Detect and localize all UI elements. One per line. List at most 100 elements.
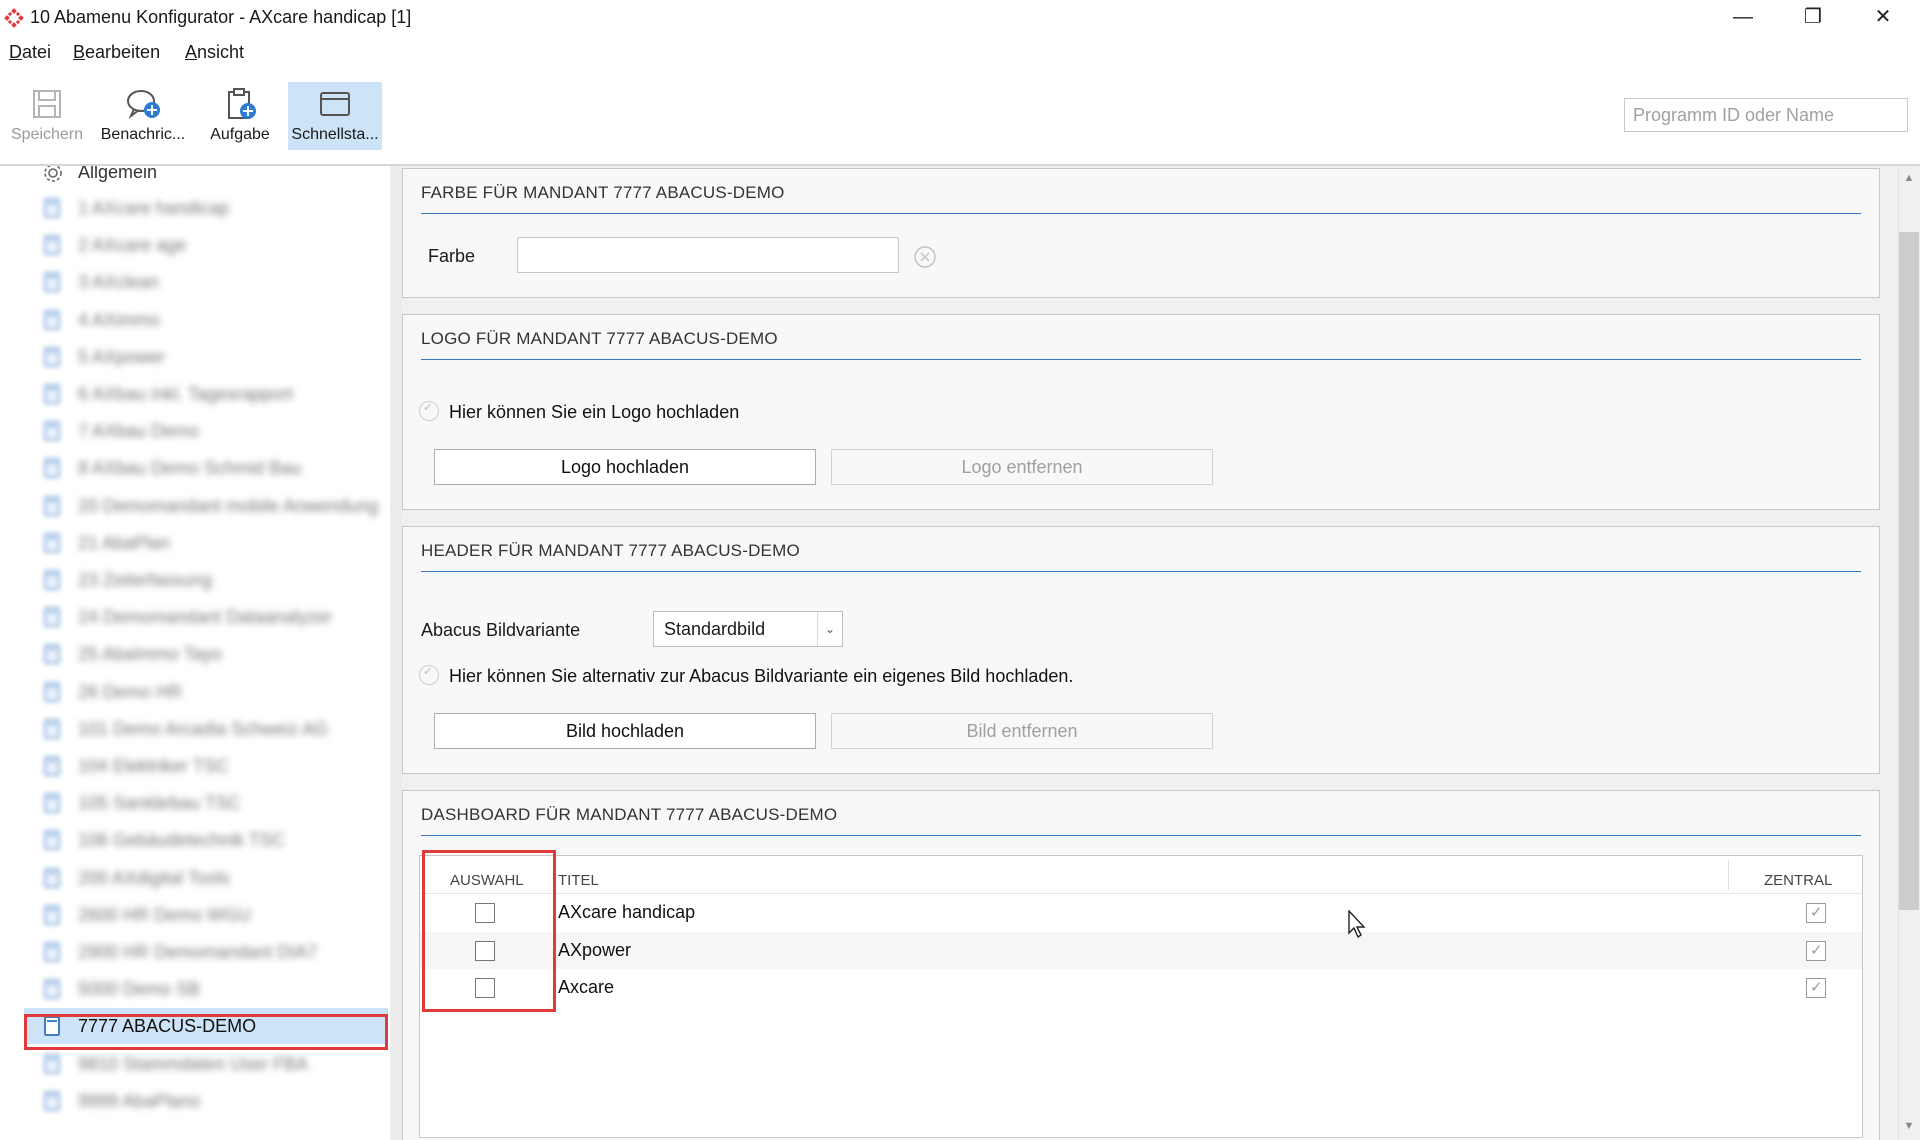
sidebar-item-label: 105 Sanitärbau TSC [78, 793, 241, 814]
company-icon [44, 979, 60, 1000]
scroll-up-icon[interactable]: ▲ [1899, 168, 1919, 188]
sidebar-item-label: 5 AXpower [78, 346, 166, 367]
company-icon [44, 532, 60, 553]
sidebar-item[interactable]: 23 Zeiterfassung [0, 562, 388, 598]
message-button[interactable]: Benachric... [98, 82, 188, 150]
sidebar-item-label: 106 Gebäudetechnik TSC [78, 830, 285, 851]
minimize-button[interactable]: — [1708, 0, 1778, 36]
sidebar-item[interactable]: 3 AXclean [0, 264, 388, 300]
column-divider [1728, 860, 1729, 890]
sidebar-item-label: 7 AXbau Demo [78, 421, 200, 442]
table-header: AUSWAHL TITEL ZENTRAL [420, 856, 1862, 894]
menu-datei[interactable]: Datei [9, 42, 51, 63]
panel-farbe: FARBE FÜR MANDANT 7777 ABACUS-DEMO Farbe [402, 168, 1880, 298]
sidebar-item[interactable]: 24 Demomandant Dataanalyzer [0, 599, 388, 635]
zentral-checkbox [1806, 903, 1826, 923]
message-add-icon [127, 90, 160, 120]
sidebar-item[interactable]: 5000 Demo SB [0, 971, 388, 1007]
sidebar-item[interactable]: 2 AXcare age [0, 227, 388, 263]
panel-divider [421, 835, 1861, 836]
task-button[interactable]: Aufgabe [196, 82, 284, 150]
sidebar-item-allgemein[interactable]: Allgemein [0, 166, 388, 190]
check-circle-icon [419, 400, 439, 421]
company-icon [44, 272, 60, 293]
sidebar-item[interactable]: 2600 HR Demo WGU [0, 897, 388, 933]
quickstart-button[interactable]: Schnellsta... [288, 82, 382, 150]
bild-remove-button[interactable]: Bild entfernen [831, 713, 1213, 749]
dashboard-table: AUSWAHL TITEL ZENTRAL AXcare handicap AXp… [419, 855, 1863, 1138]
save-button[interactable]: Speichern [2, 82, 92, 150]
window-icon [320, 92, 350, 116]
sidebar-item-label: 2600 HR Demo WGU [78, 904, 252, 925]
sidebar-item-label: 23 Zeiterfassung [78, 570, 213, 590]
restore-button[interactable]: ❐ [1778, 0, 1848, 36]
table-row[interactable]: AXcare handicap [420, 894, 1862, 931]
sidebar-item[interactable]: 105 Sanitärbau TSC [0, 785, 388, 821]
sidebar-item[interactable]: 7 AXbau Demo [0, 413, 388, 449]
sidebar-item[interactable]: 9999 AbaPlano [0, 1083, 388, 1119]
farbe-label: Farbe [428, 246, 476, 266]
column-header-zentral[interactable]: ZENTRAL [1764, 872, 1832, 889]
sidebar-splitter[interactable] [390, 166, 402, 1140]
sidebar-item-label: 2900 HR Demomandant DIA7 [78, 942, 318, 962]
panel-logo: LOGO FÜR MANDANT 7777 ABACUS-DEMO Hier k… [402, 314, 1880, 510]
sidebar-item[interactable]: 1 AXcare handicap [0, 190, 388, 226]
company-icon [44, 309, 60, 330]
row-title: AXcare handicap [558, 902, 696, 922]
sidebar-item-label: 9999 AbaPlano [78, 1090, 201, 1111]
company-icon [44, 793, 60, 814]
sidebar-item[interactable]: 9810 Stammdaten User FBA [0, 1046, 388, 1082]
table-row[interactable]: Axcare [420, 969, 1862, 1006]
farbe-input[interactable] [517, 237, 899, 273]
close-button[interactable]: ✕ [1848, 0, 1918, 36]
sidebar-item[interactable]: 21 AbaPlan [0, 525, 388, 561]
company-icon [44, 384, 60, 404]
clipboard-add-icon [228, 88, 256, 119]
sidebar-item[interactable]: 2900 HR Demomandant DIA7 [0, 934, 388, 970]
sidebar-item-label: 24 Demomandant Dataanalyzer [78, 607, 333, 628]
bild-upload-button[interactable]: Bild hochladen [434, 713, 816, 749]
sidebar-item[interactable]: 6 AXbau inkl. Tagesrapport [0, 376, 388, 412]
scroll-down-icon[interactable]: ▼ [1899, 1116, 1919, 1136]
menu-ansicht[interactable]: Ansicht [185, 42, 244, 63]
chevron-down-icon: ⌄ [817, 612, 842, 646]
sidebar-item-label: 5000 Demo SB [78, 979, 201, 1000]
sidebar-item-label: 26 Demo HR [78, 681, 183, 702]
sidebar-item[interactable]: 4 AXimmo [0, 302, 388, 338]
table-row[interactable]: AXpower [420, 931, 1862, 969]
sidebar-item[interactable]: 101 Demo Arcadia Schweiz AG [0, 711, 388, 747]
sidebar-item-label: 25 AbaImmo Tayo [78, 644, 222, 665]
menu-bearbeiten[interactable]: Bearbeiten [73, 42, 160, 63]
sidebar-item[interactable]: 5 AXpower [0, 339, 388, 375]
program-search-input[interactable] [1624, 98, 1908, 132]
sidebar-item[interactable]: 26 Demo HR [0, 674, 388, 710]
company-icon [44, 421, 60, 442]
zentral-checkbox [1806, 978, 1826, 998]
sidebar-item[interactable]: 104 Elektriker TSC [0, 748, 388, 784]
sidebar-item[interactable]: 25 AbaImmo Tayo [0, 636, 388, 672]
clear-icon[interactable] [913, 245, 937, 269]
scrollbar-thumb[interactable] [1899, 232, 1919, 910]
company-icon [44, 718, 60, 739]
panel-header: HEADER FÜR MANDANT 7777 ABACUS-DEMO Abac… [402, 526, 1880, 774]
bildvariante-select[interactable]: Standardbild ⌄ [653, 611, 843, 647]
sidebar-item-label: 9810 Stammdaten User FBA [78, 1053, 309, 1074]
check-circle-icon [419, 664, 439, 685]
selection-highlight-box [24, 1014, 388, 1050]
sidebar-item[interactable]: 106 Gebäudetechnik TSC [0, 822, 388, 858]
save-label: Speichern [10, 126, 84, 143]
column-header-titel[interactable]: TITEL [558, 872, 599, 889]
window-title: 10 Abamenu Konfigurator - AXcare handica… [30, 7, 412, 27]
bildvariante-label: Abacus Bildvariante [421, 620, 581, 640]
company-icon [44, 458, 60, 479]
save-icon [33, 90, 61, 118]
sidebar-item[interactable]: 8 AXbau Demo Schmid Bau [0, 450, 388, 486]
company-icon [44, 756, 60, 776]
sidebar-item[interactable]: 20 Demomandant mobile Anwendung [0, 488, 388, 524]
sidebar-item[interactable]: 200 AXdigital Tools [0, 860, 388, 896]
logo-remove-button[interactable]: Logo entfernen [831, 449, 1213, 485]
logo-upload-button[interactable]: Logo hochladen [434, 449, 816, 485]
company-icon [44, 942, 60, 962]
sidebar-tree[interactable]: Allgemein 1 AXcare handicap 2 AXcare age 3… [0, 166, 390, 1140]
sidebar-item-label: 200 AXdigital Tools [78, 867, 230, 888]
